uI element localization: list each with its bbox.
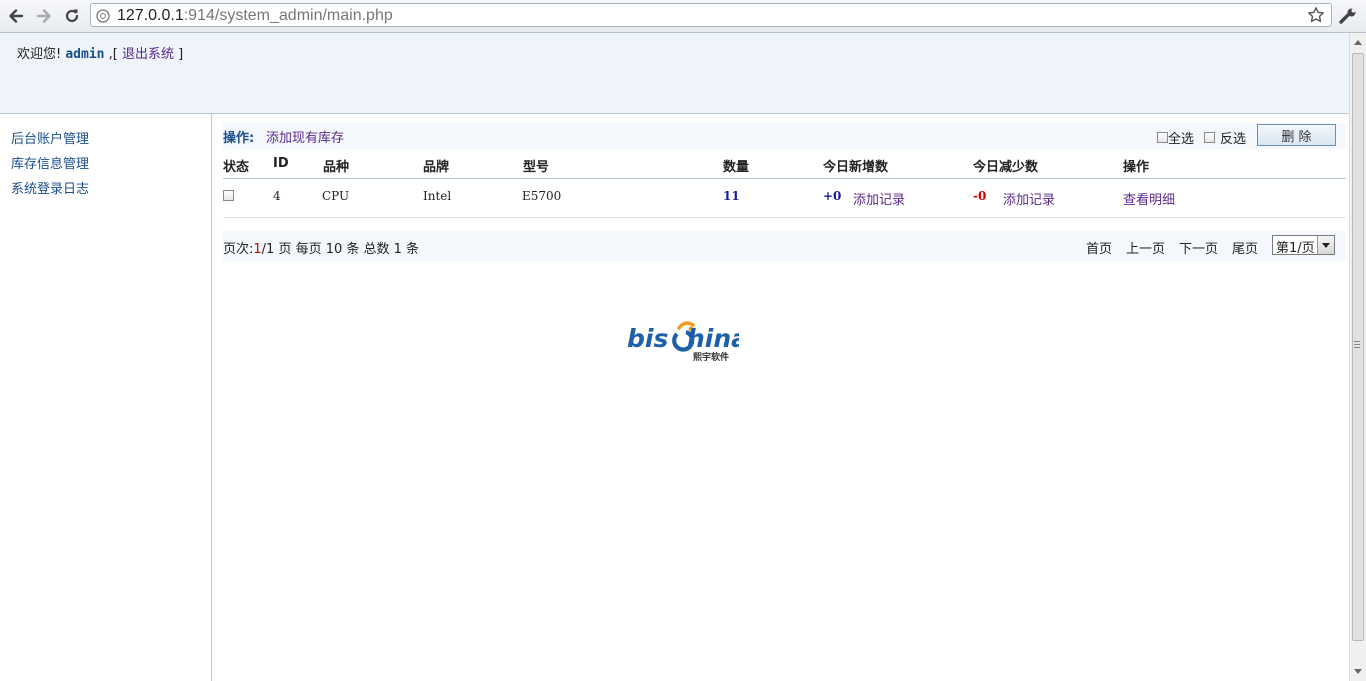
- svg-text:熙宇软件: 熙宇软件: [693, 351, 729, 363]
- vertical-scrollbar[interactable]: [1349, 33, 1366, 681]
- delete-button[interactable]: 删 除: [1257, 124, 1336, 146]
- page-icon: [96, 9, 110, 27]
- select-all-label: 全选: [1168, 132, 1195, 147]
- row-brand: Intel: [423, 189, 452, 203]
- url-text: 127.0.0.1:914/system_admin/main.php: [117, 7, 393, 24]
- scroll-down-icon[interactable]: [1354, 669, 1362, 674]
- invert-select-checkbox[interactable]: 反选: [1204, 128, 1246, 147]
- row-checkbox[interactable]: [223, 190, 234, 201]
- col-model: 型号: [523, 160, 550, 175]
- page-select-value: 第1/页: [1276, 241, 1315, 256]
- page-info-prefix: 页次:: [223, 242, 254, 257]
- table-row: 4 CPU Intel E5700 11 +0 添加记录 -0 添加记录 查看明…: [223, 179, 1346, 218]
- col-actions: 操作: [1123, 160, 1150, 175]
- select-all-box[interactable]: [1157, 132, 1168, 143]
- welcome-text: 欢迎您!: [17, 47, 62, 62]
- welcome-message: 欢迎您! admin ,[ 退出系统 ]: [17, 43, 183, 62]
- scrollbar-grip: [1354, 341, 1360, 348]
- first-page-link[interactable]: 首页: [1086, 238, 1112, 257]
- page-select[interactable]: 第1/页: [1272, 235, 1335, 256]
- page-info: 页次:1/1 页 每页 10 条 总数 1 条: [223, 238, 419, 257]
- col-category: 品种: [323, 160, 350, 175]
- row-reduced-count: -0: [973, 189, 987, 203]
- page-info-rest: /1 页 每页 10 条 总数 1 条: [261, 242, 420, 257]
- col-quantity: 数量: [723, 160, 750, 175]
- sidebar-item-account[interactable]: 后台账户管理: [11, 128, 89, 147]
- svg-text:bis: bis: [627, 324, 668, 353]
- row-category: CPU: [322, 189, 350, 203]
- bischina-logo: bis hina 熙宇软件: [627, 318, 748, 364]
- row-model: E5700: [522, 189, 562, 203]
- prev-page-link[interactable]: 上一页: [1126, 238, 1165, 257]
- wrench-icon[interactable]: [1338, 6, 1358, 30]
- username: admin: [65, 47, 105, 62]
- bracket-close: ]: [178, 47, 184, 62]
- invert-select-label: 反选: [1220, 132, 1247, 147]
- add-record-out-link[interactable]: 添加记录: [1003, 189, 1055, 208]
- scroll-up-icon[interactable]: [1354, 40, 1362, 45]
- invert-select-box[interactable]: [1204, 132, 1215, 143]
- pagination-bar: 页次:1/1 页 每页 10 条 总数 1 条 首页 上一页 下一页 尾页 第1…: [223, 231, 1346, 261]
- page-viewport: 欢迎您! admin ,[ 退出系统 ] 后台账户管理 库存信息管理 系统登录日…: [0, 33, 1349, 681]
- add-inventory-link[interactable]: 添加现有库存: [266, 127, 344, 146]
- top-header: 欢迎您! admin ,[ 退出系统 ]: [0, 33, 1349, 114]
- col-status: 状态: [223, 160, 250, 175]
- row-id: 4: [273, 189, 281, 203]
- main-content: 操作: 添加现有库存 全选 反选 删 除 状态 ID 品种 品牌 型号 数量 今…: [213, 114, 1349, 681]
- col-reduced-today: 今日减少数: [973, 160, 1039, 175]
- svg-text:hina: hina: [687, 324, 739, 353]
- sidebar-item-inventory[interactable]: 库存信息管理: [11, 153, 89, 172]
- browser-toolbar: 127.0.0.1:914/system_admin/main.php: [0, 0, 1366, 33]
- table-header: 状态 ID 品种 品牌 型号 数量 今日新增数 今日减少数 操作: [223, 150, 1346, 179]
- back-icon[interactable]: [6, 6, 26, 26]
- reload-icon[interactable]: [62, 6, 82, 26]
- forward-icon[interactable]: [34, 6, 54, 26]
- col-id: ID: [273, 156, 289, 171]
- col-brand: 品牌: [423, 160, 450, 175]
- sidebar: 后台账户管理 库存信息管理 系统登录日志: [0, 114, 212, 681]
- operation-bar: 操作: 添加现有库存 全选 反选 删 除: [223, 123, 1346, 149]
- current-page-number: 1: [253, 242, 262, 257]
- sidebar-item-login-log[interactable]: 系统登录日志: [11, 178, 89, 197]
- address-bar[interactable]: 127.0.0.1:914/system_admin/main.php: [90, 3, 1332, 27]
- row-quantity: 11: [723, 189, 740, 203]
- bookmark-star-icon[interactable]: [1307, 6, 1325, 28]
- add-record-in-link[interactable]: 添加记录: [853, 189, 905, 208]
- next-page-link[interactable]: 下一页: [1179, 238, 1218, 257]
- logout-link[interactable]: 退出系统: [122, 47, 174, 62]
- col-added-today: 今日新增数: [823, 160, 889, 175]
- operation-label: 操作:: [223, 131, 255, 146]
- last-page-link[interactable]: 尾页: [1232, 238, 1258, 257]
- chevron-down-icon[interactable]: [1317, 236, 1334, 254]
- view-detail-link[interactable]: 查看明细: [1123, 189, 1175, 208]
- row-added-count: +0: [823, 189, 842, 203]
- select-all-checkbox[interactable]: 全选: [1157, 128, 1194, 147]
- bracket-open: ,[: [108, 47, 118, 62]
